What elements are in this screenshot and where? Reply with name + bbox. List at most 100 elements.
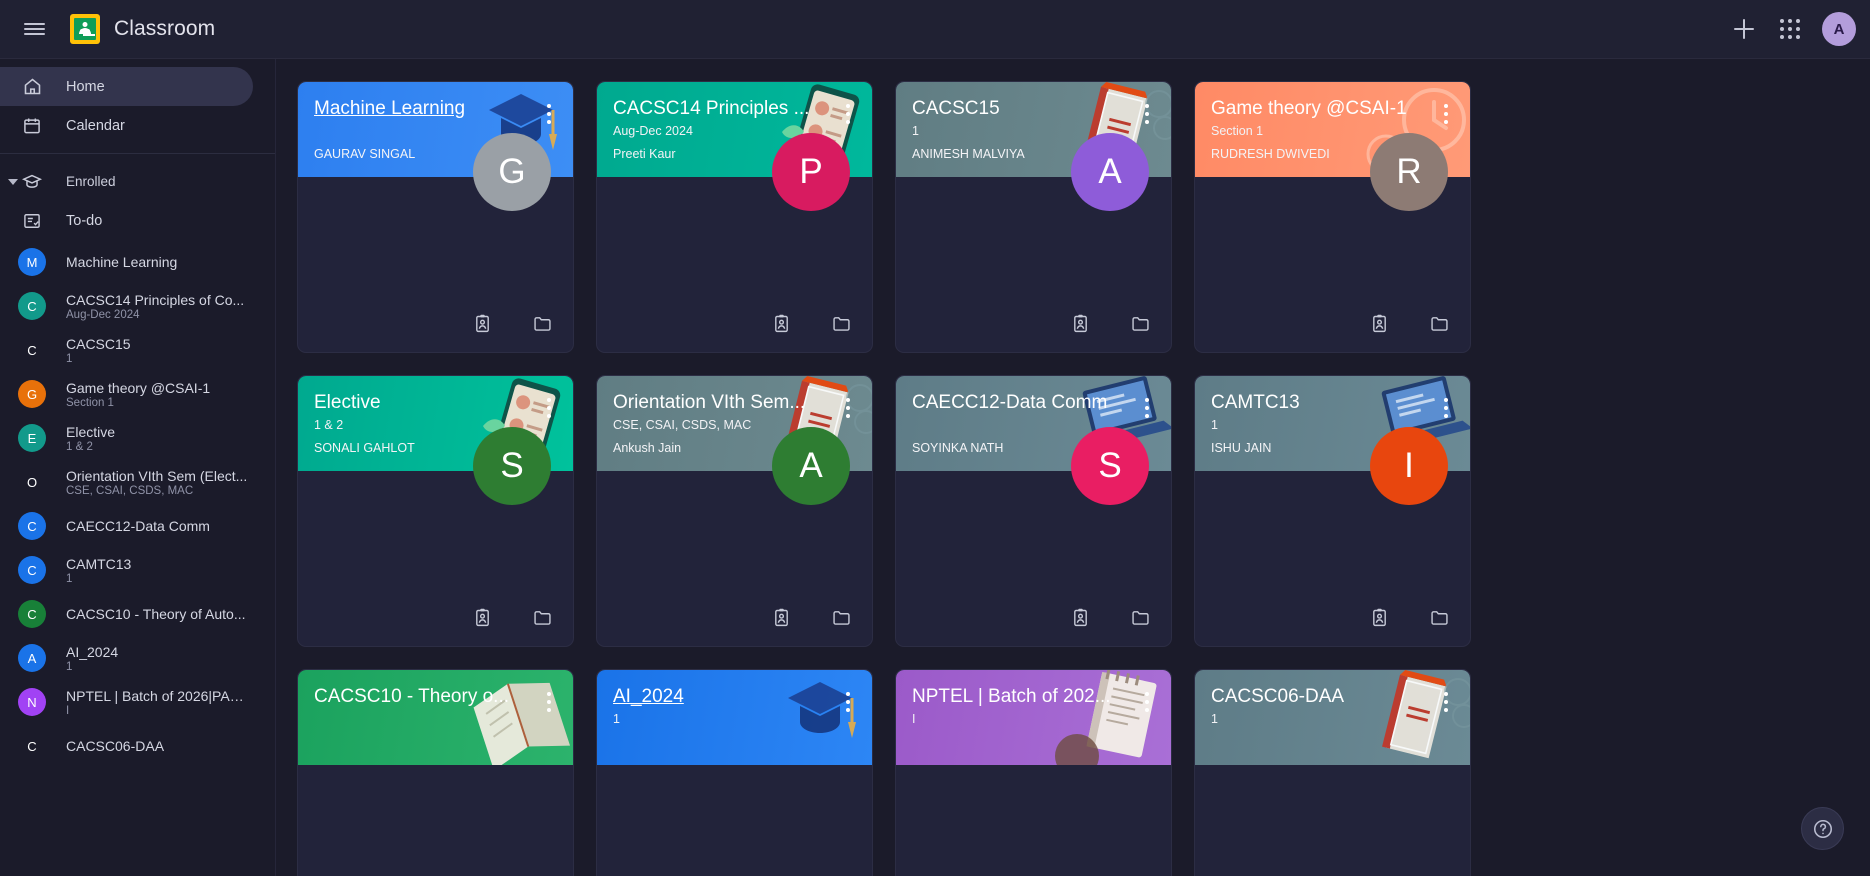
course-card-title[interactable]: CACSC06-DAA	[1211, 685, 1426, 708]
sidebar-course-item[interactable]: C CACSC10 - Theory of Auto...	[0, 592, 275, 636]
course-card-teacher[interactable]: ANIMESH MALVIYA	[912, 147, 1099, 161]
sidebar-course-item[interactable]: C CACSC15 1	[0, 328, 275, 372]
open-work-icon[interactable]	[764, 600, 798, 634]
course-card[interactable]: Orientation VIth Sem... CSE, CSAI, CSDS, …	[596, 375, 873, 647]
course-card-teacher[interactable]: Ankush Jain	[613, 441, 800, 455]
course-card[interactable]: CACSC14 Principles ... Aug-Dec 2024 Preeti…	[596, 81, 873, 353]
course-avatar: C	[18, 292, 46, 320]
sidebar-course-item[interactable]: A AI_2024 1	[0, 636, 275, 680]
course-card-teacher[interactable]: SONALI GAHLOT	[314, 441, 501, 455]
sidebar-course-item[interactable]: M Machine Learning	[0, 240, 275, 284]
course-card-teacher[interactable]: ISHU JAIN	[1211, 441, 1398, 455]
course-card-more-options-icon[interactable]	[538, 687, 560, 717]
sidebar-course-text: CACSC14 Principles of Co... Aug-Dec 2024	[66, 292, 244, 321]
course-card[interactable]: CACSC10 - Theory o...	[297, 669, 574, 876]
sidebar-section-enrolled[interactable]: Enrolled	[0, 162, 253, 201]
open-work-icon[interactable]	[465, 306, 499, 340]
add-class-button[interactable]	[1721, 6, 1767, 52]
help-button[interactable]	[1801, 807, 1844, 850]
sidebar-item-home[interactable]: Home	[0, 67, 253, 106]
sidebar-course-item[interactable]: C CAMTC13 1	[0, 548, 275, 592]
open-work-icon[interactable]	[764, 306, 798, 340]
course-card-title[interactable]: Orientation VIth Sem...	[613, 391, 828, 414]
open-work-icon[interactable]	[465, 600, 499, 634]
course-card-more-options-icon[interactable]	[538, 99, 560, 129]
course-card-title[interactable]: CACSC10 - Theory o...	[314, 685, 529, 708]
course-card-avatar: G	[473, 133, 551, 211]
course-card-title[interactable]: Elective	[314, 391, 529, 414]
course-card[interactable]: Machine Learning GAURAV SINGAL G	[297, 81, 574, 353]
course-card[interactable]: CACSC06-DAA 1	[1194, 669, 1471, 876]
sidebar-course-item[interactable]: E Elective 1 & 2	[0, 416, 275, 460]
course-card-title[interactable]: CAMTC13	[1211, 391, 1426, 414]
brand-home-link[interactable]: Classroom	[70, 14, 215, 44]
sidebar-course-item[interactable]: C CAECC12-Data Comm	[0, 504, 275, 548]
course-card-more-options-icon[interactable]	[1136, 687, 1158, 717]
course-card[interactable]: NPTEL | Batch of 202... I	[895, 669, 1172, 876]
course-card-more-options-icon[interactable]	[837, 687, 859, 717]
course-card-actions	[465, 600, 559, 634]
course-card-more-options-icon[interactable]	[1136, 393, 1158, 423]
sidebar-course-item[interactable]: O Orientation VIth Sem (Elect... CSE, CSAI…	[0, 460, 275, 504]
sidebar-course-name: Elective	[66, 423, 116, 440]
course-card[interactable]: CAMTC13 1 ISHU JAIN I	[1194, 375, 1471, 647]
course-card-actions	[1362, 306, 1456, 340]
sidebar-course-item[interactable]: G Game theory @CSAI-1 Section 1	[0, 372, 275, 416]
sidebar-item-calendar[interactable]: Calendar	[0, 106, 253, 145]
open-folder-icon[interactable]	[1422, 600, 1456, 634]
course-card-section: 1	[613, 712, 620, 726]
apps-grid-icon	[1780, 19, 1800, 39]
sidebar-course-item[interactable]: N NPTEL | Batch of 2026|PART... I	[0, 680, 275, 724]
course-card-title[interactable]: NPTEL | Batch of 202...	[912, 685, 1127, 708]
sidebar-course-section: 1	[66, 572, 73, 585]
open-work-icon[interactable]	[1063, 600, 1097, 634]
course-card[interactable]: Game theory @CSAI-1 Section 1 RUDRESH DWIV…	[1194, 81, 1471, 353]
course-card-more-options-icon[interactable]	[837, 99, 859, 129]
course-card-teacher[interactable]: RUDRESH DWIVEDI	[1211, 147, 1398, 161]
course-card-teacher[interactable]: GAURAV SINGAL	[314, 147, 501, 161]
course-card-title[interactable]: Game theory @CSAI-1	[1211, 97, 1426, 120]
course-card-more-options-icon[interactable]	[1435, 99, 1457, 129]
sidebar-course-name: CACSC06-DAA	[66, 738, 165, 754]
course-card-title[interactable]: AI_2024	[613, 685, 828, 708]
open-work-icon[interactable]	[1063, 306, 1097, 340]
course-card-title[interactable]: CACSC15	[912, 97, 1127, 120]
open-folder-icon[interactable]	[1422, 306, 1456, 340]
course-card-teacher[interactable]: SOYINKA NATH	[912, 441, 1099, 455]
open-folder-icon[interactable]	[1123, 600, 1157, 634]
course-card-title[interactable]: CAECC12-Data Comm	[912, 391, 1127, 414]
course-card-more-options-icon[interactable]	[1435, 687, 1457, 717]
open-work-icon[interactable]	[1362, 600, 1396, 634]
open-work-icon[interactable]	[1362, 306, 1396, 340]
sidebar-item-todo[interactable]: To-do	[0, 201, 253, 240]
course-card-more-options-icon[interactable]	[1435, 393, 1457, 423]
chevron-down-icon[interactable]	[8, 178, 18, 185]
sidebar-course-item[interactable]: C CACSC06-DAA	[0, 724, 275, 768]
sidebar-course-text: CAECC12-Data Comm	[66, 518, 210, 534]
open-folder-icon[interactable]	[824, 600, 858, 634]
course-card-more-options-icon[interactable]	[837, 393, 859, 423]
course-card-teacher[interactable]: Preeti Kaur	[613, 147, 800, 161]
sidebar-course-text: AI_2024 1	[66, 644, 118, 673]
sidebar-course-name: CAECC12-Data Comm	[66, 518, 210, 534]
main-content: Machine Learning GAURAV SINGAL G CACSC14 Pr…	[276, 59, 1870, 876]
course-card-section: Aug-Dec 2024	[613, 124, 693, 138]
course-card-section: I	[912, 712, 916, 726]
google-apps-button[interactable]	[1767, 6, 1813, 52]
open-folder-icon[interactable]	[525, 306, 559, 340]
open-folder-icon[interactable]	[824, 306, 858, 340]
open-folder-icon[interactable]	[525, 600, 559, 634]
course-card-title[interactable]: CACSC14 Principles ...	[613, 97, 828, 120]
course-card[interactable]: AI_2024 1	[596, 669, 873, 876]
course-card-actions	[1063, 306, 1157, 340]
course-card-more-options-icon[interactable]	[1136, 99, 1158, 129]
course-card[interactable]: Elective 1 & 2 SONALI GAHLOT S	[297, 375, 574, 647]
course-card-more-options-icon[interactable]	[538, 393, 560, 423]
course-card-title[interactable]: Machine Learning	[314, 97, 529, 120]
course-card[interactable]: CACSC15 1 ANIMESH MALVIYA A	[895, 81, 1172, 353]
course-card[interactable]: CAECC12-Data Comm SOYINKA NATH S	[895, 375, 1172, 647]
account-avatar[interactable]: A	[1822, 12, 1856, 46]
sidebar-course-item[interactable]: C CACSC14 Principles of Co... Aug-Dec 2024	[0, 284, 275, 328]
hamburger-menu-icon[interactable]	[11, 6, 57, 52]
open-folder-icon[interactable]	[1123, 306, 1157, 340]
